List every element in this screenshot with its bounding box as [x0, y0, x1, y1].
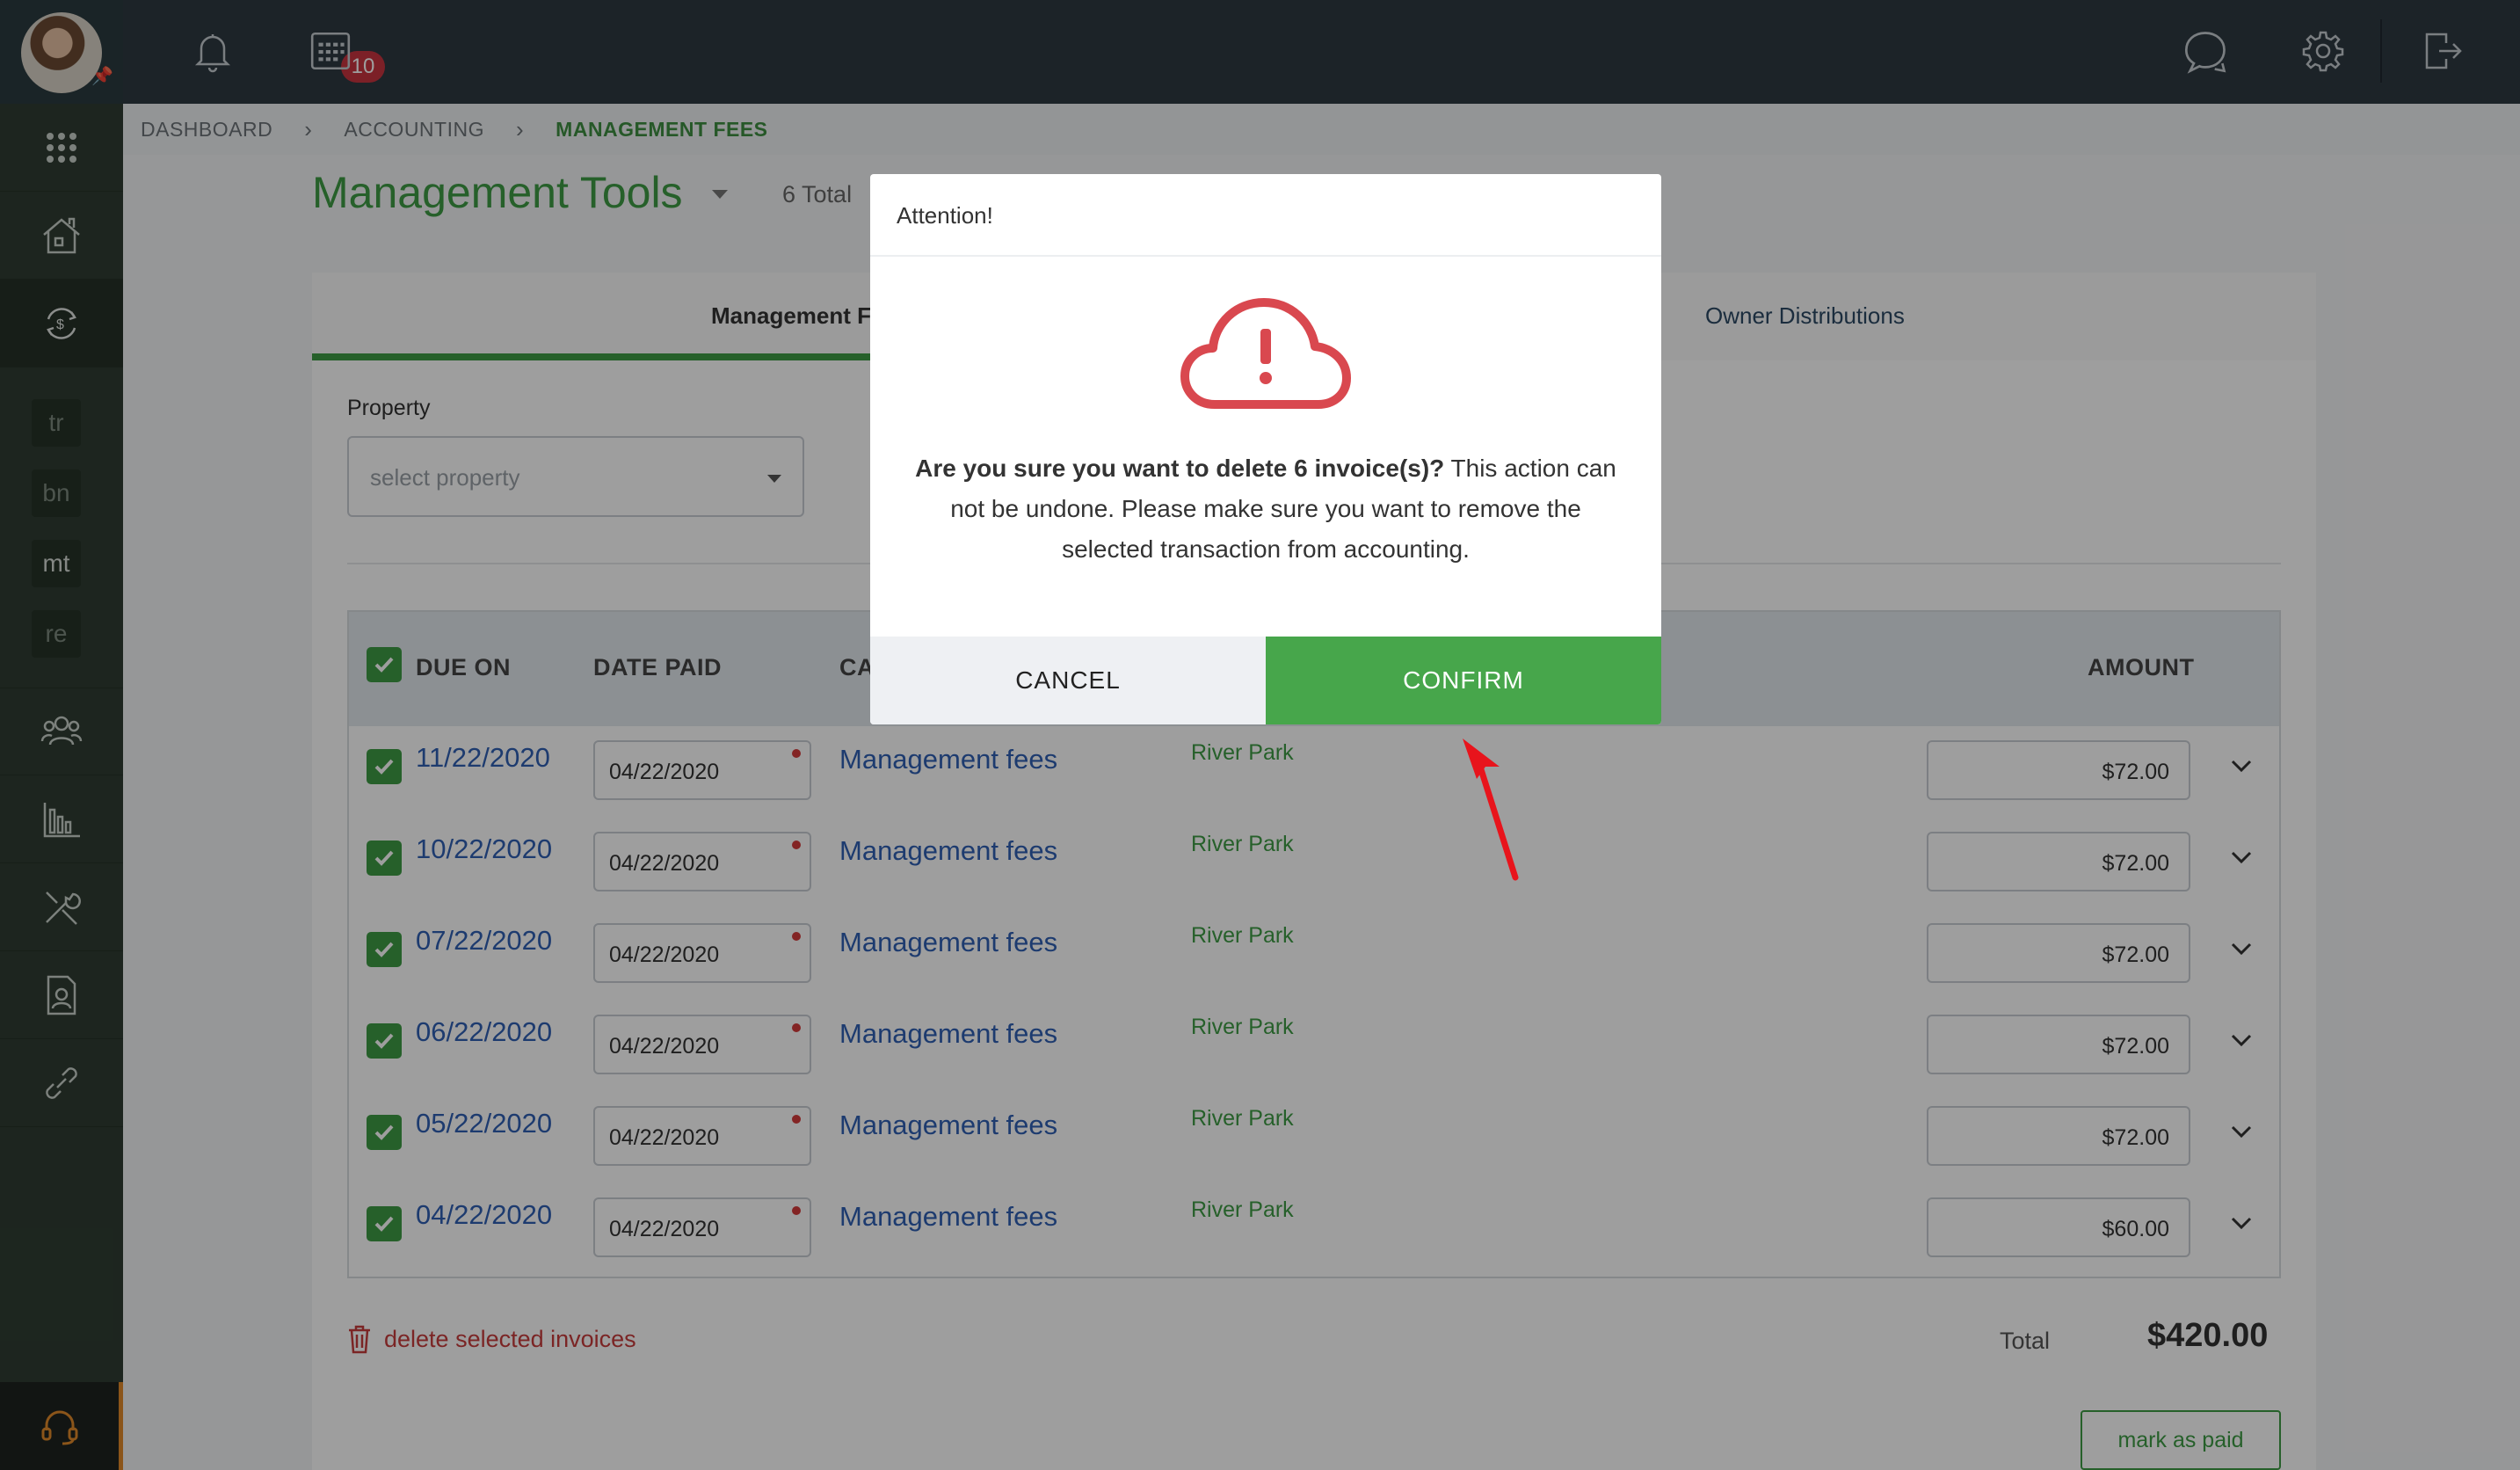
- confirm-delete-modal: Attention! Are you sure you want to dele…: [870, 174, 1661, 724]
- confirm-button[interactable]: CONFIRM: [1266, 637, 1661, 724]
- cloud-alert-icon: [1180, 298, 1351, 409]
- arrow-annotation-icon: [1463, 739, 1519, 881]
- cancel-button[interactable]: CANCEL: [870, 637, 1266, 724]
- modal-message-bold: Are you sure you want to delete 6 invoic…: [915, 455, 1445, 482]
- modal-title: Attention!: [897, 202, 993, 229]
- modal-message: Are you sure you want to delete 6 invoic…: [905, 448, 1626, 570]
- modal-header: Attention!: [870, 174, 1661, 257]
